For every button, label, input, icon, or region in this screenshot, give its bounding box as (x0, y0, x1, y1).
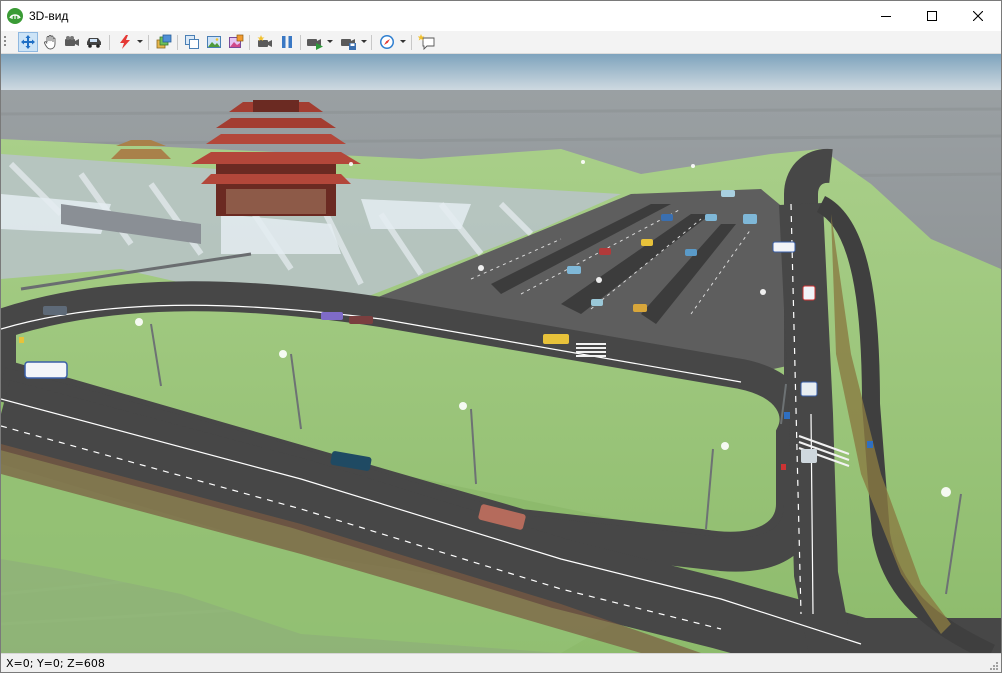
move-arrows-icon (21, 35, 35, 49)
toolbar-grip[interactable] (4, 36, 6, 48)
sky (1, 54, 1001, 94)
image-color-icon (229, 34, 244, 48)
copy-view-tool-button[interactable] (182, 32, 202, 52)
compass-icon (380, 35, 394, 49)
toolbar-separator (148, 35, 149, 50)
save-video-dropdown-arrow[interactable] (361, 40, 367, 43)
play-dropdown-arrow[interactable] (327, 40, 333, 43)
maximize-icon (927, 11, 937, 21)
close-icon (973, 11, 983, 21)
pan-tool-button[interactable] (40, 32, 60, 52)
play-camera-icon (307, 39, 323, 50)
maximize-button[interactable] (909, 1, 955, 31)
tooltip-tool-button[interactable] (417, 32, 437, 52)
save-video-tool-button[interactable] (339, 32, 359, 52)
lightning-tool-button[interactable] (115, 32, 135, 52)
toolbar-separator (177, 35, 178, 50)
3d-viewport[interactable] (1, 54, 1001, 653)
car-icon (87, 38, 101, 48)
minimize-button[interactable] (863, 1, 909, 31)
title-bar[interactable]: 3D-вид (1, 1, 1001, 31)
toolbar-separator (411, 35, 412, 50)
window-title: 3D-вид (29, 9, 69, 23)
resize-grip-icon[interactable] (987, 659, 999, 671)
image-color-tool-button[interactable] (226, 32, 246, 52)
coordinates-readout: X=0; Y=0; Z=608 (6, 657, 105, 670)
status-bar: X=0; Y=0; Z=608 (1, 653, 1001, 672)
lightning-icon (120, 35, 130, 49)
toolbar-separator (371, 35, 372, 50)
app-logo-icon (7, 8, 23, 24)
app-window: 3D-вид X=0; Y=0; Z=608 (0, 0, 1002, 673)
video-camera-icon (65, 36, 79, 46)
lightning-dropdown-arrow[interactable] (137, 40, 143, 43)
pause-icon (282, 36, 292, 48)
save-video-icon (341, 39, 356, 50)
tooltip-icon (418, 34, 435, 50)
image-tool-button[interactable] (204, 32, 224, 52)
toolbar (1, 31, 1001, 54)
minimize-icon (881, 16, 891, 17)
move-tool-button[interactable] (18, 32, 38, 52)
play-tool-button[interactable] (305, 32, 325, 52)
toolbar-separator (109, 35, 110, 50)
copy-icon (185, 35, 199, 49)
hand-icon (44, 35, 56, 50)
close-button[interactable] (955, 1, 1001, 31)
navigation-tool-button[interactable] (377, 32, 397, 52)
pause-tool-button[interactable] (277, 32, 297, 52)
layers-icon (156, 34, 172, 49)
navigation-dropdown-arrow[interactable] (400, 40, 406, 43)
record-tool-button[interactable] (255, 32, 275, 52)
toolbar-separator (249, 35, 250, 50)
car-view-tool-button[interactable] (84, 32, 104, 52)
scene-render[interactable] (1, 54, 1001, 653)
image-icon (207, 36, 221, 48)
layers-tool-button[interactable] (154, 32, 174, 52)
toolbar-separator (300, 35, 301, 50)
camera-tool-button[interactable] (62, 32, 82, 52)
record-camera-icon (257, 35, 272, 47)
